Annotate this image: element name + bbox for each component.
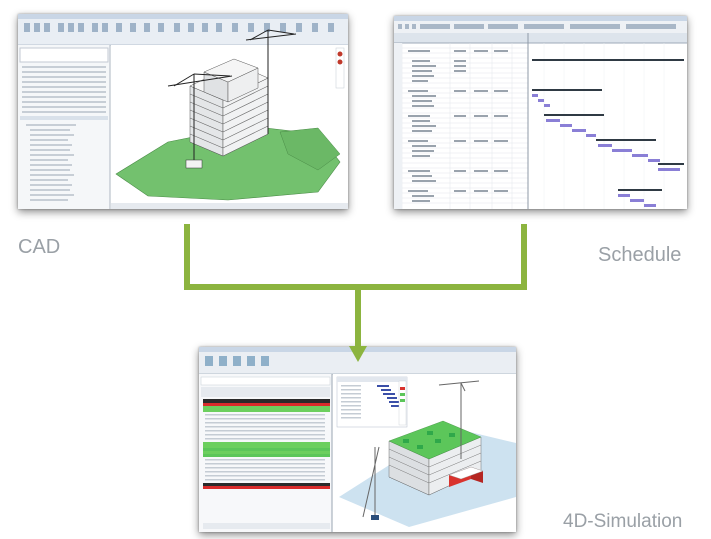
schedule-label: Schedule xyxy=(598,244,682,266)
simulation-label: 4D-Simulation xyxy=(563,511,683,532)
cad-label: CAD xyxy=(18,236,61,258)
merge-connector xyxy=(184,224,527,362)
arrow-down-icon xyxy=(349,346,367,362)
